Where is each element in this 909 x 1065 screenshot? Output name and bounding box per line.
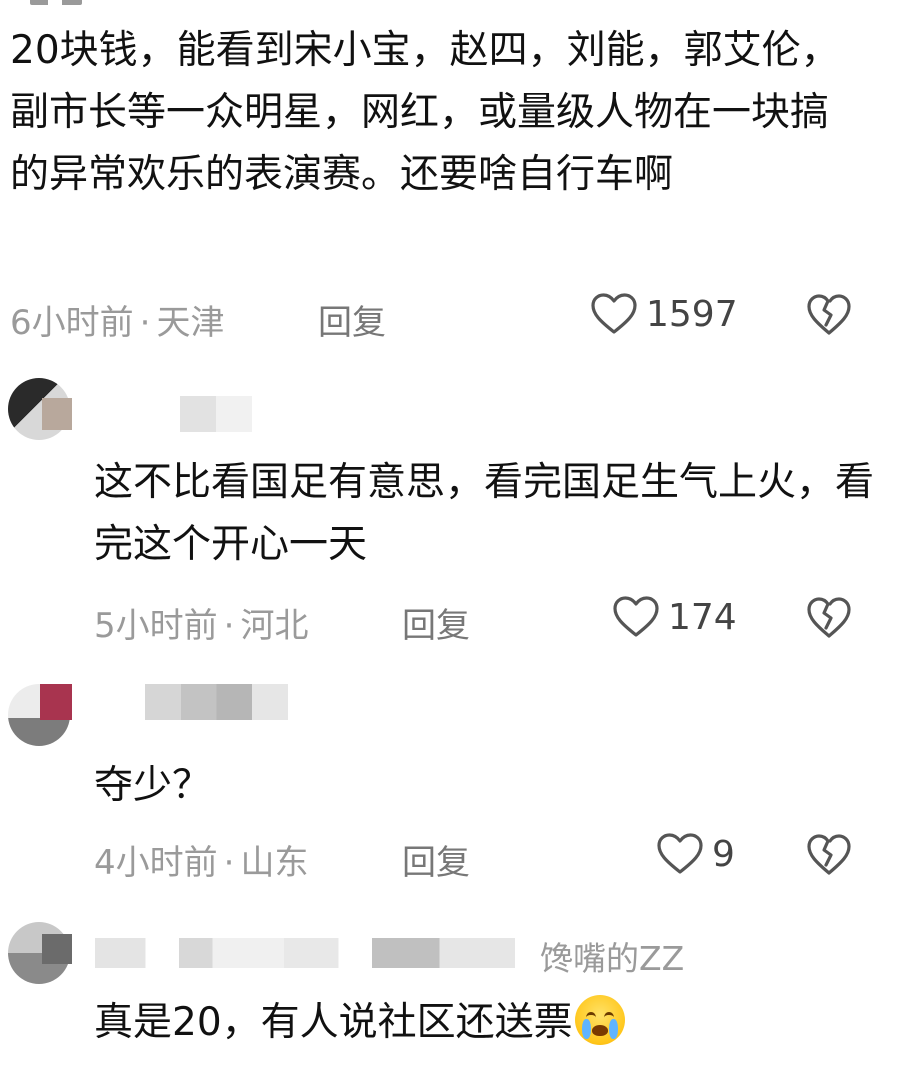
like-button[interactable]: 174	[612, 595, 737, 639]
broken-heart-icon	[806, 834, 852, 881]
comment-2-meta: 5小时前 · 河北	[94, 598, 308, 647]
crying-laughing-emoji-icon	[574, 995, 625, 1045]
dislike-button[interactable]	[806, 833, 852, 881]
meta-separator: ·	[223, 843, 235, 883]
comment-location: 河北	[240, 606, 309, 646]
reply-username[interactable]: 馋嘴的ZZ	[540, 932, 684, 980]
comment-4-text: 真是20，有人说社区还送票	[94, 992, 874, 1054]
comment-time: 4小时前	[94, 843, 218, 883]
previous-avatar-fragment	[30, 0, 82, 5]
like-button[interactable]: 1597	[590, 292, 738, 336]
heart-outline-icon	[590, 292, 638, 336]
comment-1-text: 20块钱，能看到宋小宝，赵四，刘能，郭艾伦，副市长等一众明星，网红，或量级人物在…	[10, 28, 840, 197]
redacted-avatar-block	[42, 934, 72, 964]
like-count: 174	[668, 596, 737, 638]
comment-2-text: 这不比看国足有意思，看完国足生气上火，看完这个开心一天	[94, 460, 875, 567]
heart-outline-icon	[612, 595, 660, 639]
like-count: 9	[712, 833, 735, 875]
redacted-username	[95, 938, 515, 968]
comment-3-meta: 4小时前 · 山东	[94, 835, 308, 884]
like-count: 1597	[646, 293, 738, 335]
meta-separator: ·	[139, 303, 151, 343]
comment-location: 山东	[240, 843, 309, 883]
reply-button[interactable]: 回复	[318, 295, 386, 344]
comment-time: 5小时前	[94, 606, 218, 646]
comment-location: 天津	[156, 303, 225, 343]
like-button[interactable]: 9	[656, 832, 735, 876]
meta-separator: ·	[223, 606, 235, 646]
comment-3-text: 夺少？	[94, 763, 212, 808]
reply-button[interactable]: 回复	[402, 598, 470, 647]
comment-time: 6小时前	[10, 303, 134, 343]
comment-1-meta: 6小时前 · 天津	[10, 295, 224, 344]
heart-outline-icon	[656, 832, 704, 876]
redacted-username	[180, 396, 252, 432]
reply-button[interactable]: 回复	[402, 835, 470, 884]
redacted-avatar-block	[42, 398, 72, 430]
broken-heart-icon	[806, 294, 852, 341]
dislike-button[interactable]	[806, 596, 852, 644]
redacted-avatar-block	[40, 684, 72, 720]
redacted-username	[145, 684, 288, 720]
dislike-button[interactable]	[806, 293, 852, 341]
broken-heart-icon	[806, 597, 852, 644]
comment-4-text-content: 真是20，有人说社区还送票	[94, 1000, 573, 1045]
